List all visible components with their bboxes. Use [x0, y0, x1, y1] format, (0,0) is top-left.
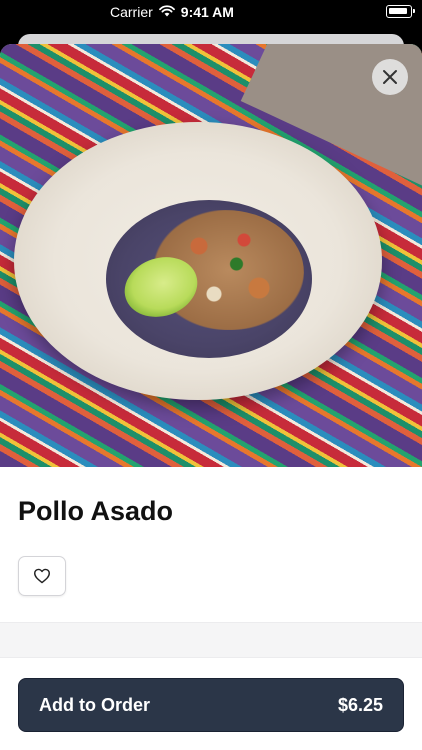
- wifi-icon: [158, 4, 175, 20]
- add-to-order-label: Add to Order: [39, 694, 150, 715]
- close-button[interactable]: [372, 59, 408, 95]
- heart-icon: [34, 568, 50, 584]
- close-icon: [383, 70, 397, 84]
- section-divider: [0, 622, 422, 658]
- product-title: Pollo Asado: [18, 496, 174, 526]
- status-time: 9:41 AM: [180, 4, 234, 20]
- price-label: $6.25: [337, 694, 383, 715]
- status-left: Carrier 9:41 AM: [110, 4, 234, 20]
- product-detail-sheet: Pollo Asado Add to Order $6.25: [0, 44, 422, 750]
- status-bar: Carrier 9:41 AM: [0, 0, 422, 26]
- product-photo: [0, 44, 422, 467]
- bowl: [14, 122, 382, 400]
- favorite-button[interactable]: [18, 556, 66, 596]
- add-to-order-button[interactable]: Add to Order $6.25: [18, 678, 404, 732]
- battery-icon: [386, 5, 415, 18]
- carrier-label: Carrier: [110, 4, 153, 20]
